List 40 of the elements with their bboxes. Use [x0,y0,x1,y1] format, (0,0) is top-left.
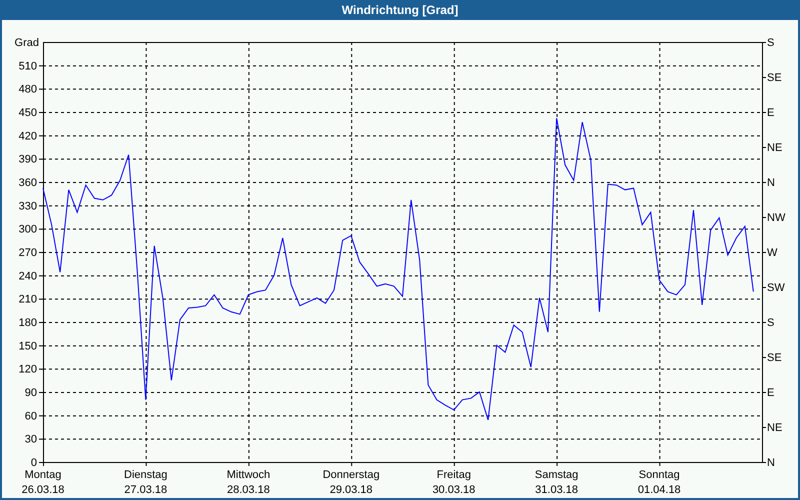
y-tick-label: 420 [18,130,37,142]
y-tick-label: 510 [18,60,37,72]
compass-tick-label: W [767,247,778,259]
y-tick-label: 330 [18,200,37,212]
compass-tick-label: S [767,37,774,49]
x-tick-label: Donnerstag 29.03.18 [322,469,380,496]
compass-tick-label: SW [767,282,785,294]
y-tick-label: 360 [18,177,37,189]
y-tick-label: 30 [24,434,37,446]
y-tick-label: 0 [30,457,37,469]
x-tick-label: Samstag 31.03.18 [534,469,578,496]
y-tick-label: 60 [24,410,37,422]
compass-tick-label: NW [767,212,786,224]
y-tick-label: 120 [18,364,37,376]
compass-tick-label: N [767,457,775,469]
y-tick-label: 480 [18,84,37,96]
y-tick-label: 390 [18,154,37,166]
compass-tick-label: N [767,177,775,189]
y-tick-label: 180 [18,317,37,329]
compass-tick-label: E [767,387,774,399]
x-tick-label: Montag 26.03.18 [22,469,64,496]
x-tick-label: Mittwoch 28.03.18 [226,469,270,496]
compass-tick-label: SE [767,72,782,84]
y-axis-title: Grad [14,37,39,49]
y-tick-label: 270 [18,247,37,259]
y-tick-label: 240 [18,270,37,282]
y-tick-label: 150 [18,340,37,352]
chart-title: Windrichtung [Grad] [342,3,458,17]
x-tick-label: Sonntag 01.04.18 [638,469,681,496]
y-tick-label: 300 [18,224,37,236]
y-tick-label: 90 [24,387,37,399]
compass-tick-label: NE [767,422,782,434]
compass-tick-label: SE [767,352,782,364]
y-tick-label: 210 [18,294,37,306]
compass-tick-label: NE [767,142,782,154]
x-tick-label: Dienstag 27.03.18 [124,469,168,496]
compass-tick-label: E [767,107,774,119]
compass-tick-label: S [767,317,774,329]
y-tick-label: 450 [18,107,37,119]
x-tick-label: Freitag 30.03.18 [432,469,476,496]
